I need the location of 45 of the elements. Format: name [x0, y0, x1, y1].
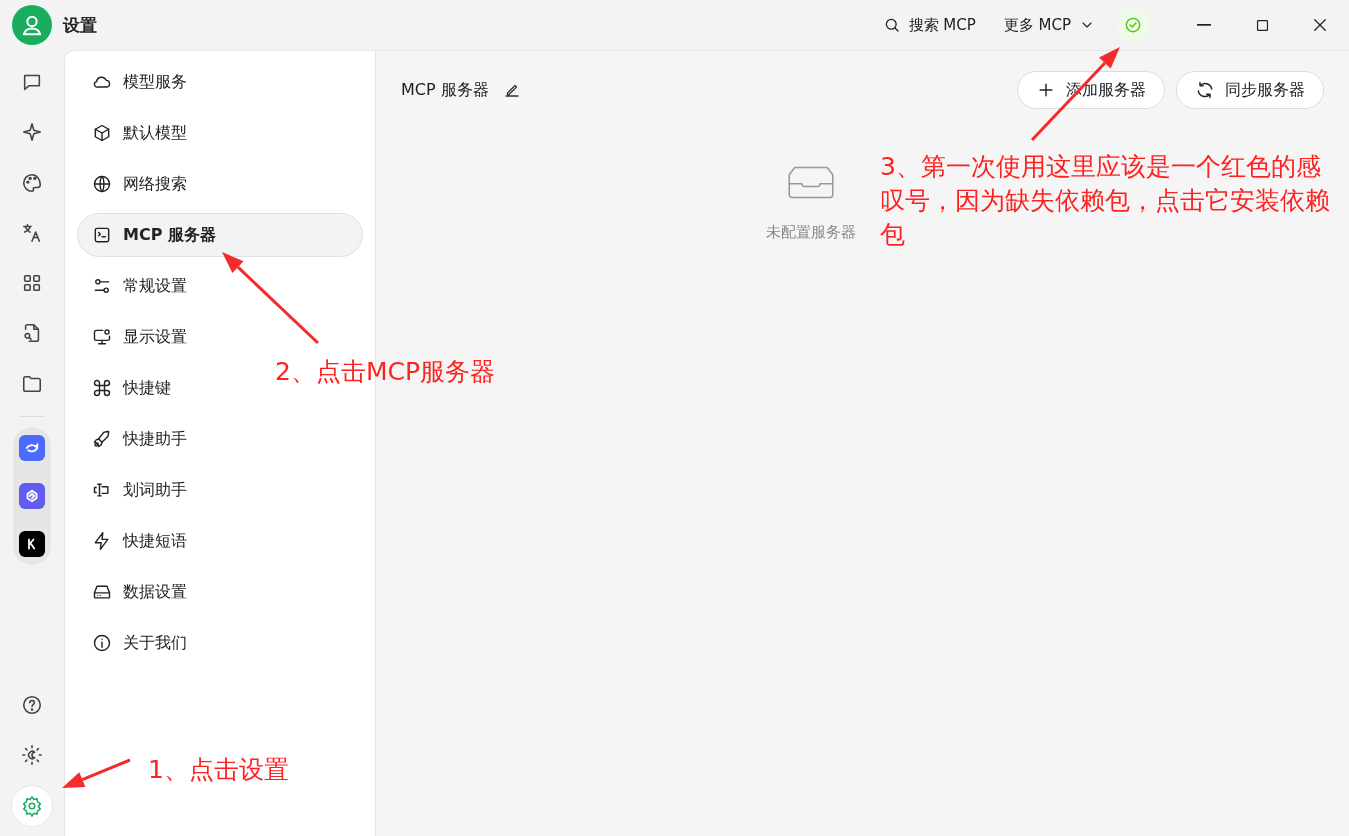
settings-menu-item[interactable]: 关于我们 — [77, 621, 202, 665]
section-title: MCP 服务器 — [401, 79, 489, 101]
monitor-icon — [92, 327, 112, 347]
info-icon — [92, 633, 112, 653]
command-icon — [92, 378, 112, 398]
settings-menu-item[interactable]: 快捷短语 — [77, 519, 202, 563]
text-cursor-icon — [92, 480, 112, 500]
settings-menu-item[interactable]: 模型服务 — [77, 60, 202, 104]
annotation-text: 3、第一次使用这里应该是一个红色的感叹号，因为缺失依赖包，点击它安装依赖包 — [880, 151, 1331, 251]
translate-icon — [21, 221, 43, 244]
rocket-icon — [92, 429, 112, 449]
settings-icon — [21, 794, 43, 817]
settings-menu-item[interactable]: 网络搜索 — [77, 162, 202, 206]
palette-icon — [21, 171, 43, 194]
drive-icon — [92, 582, 112, 602]
close-icon — [1311, 16, 1329, 34]
settings-menu-item[interactable]: 显示设置 — [77, 315, 202, 359]
minus-icon — [1197, 24, 1211, 26]
terminal-icon — [92, 225, 112, 245]
sliders-icon — [92, 276, 112, 296]
settings-menu-item[interactable]: 快捷键 — [77, 366, 186, 410]
app-icon[interactable] — [19, 531, 45, 558]
settings-menu-item[interactable]: 划词助手 — [77, 468, 202, 512]
settings-menu-item[interactable]: 快捷助手 — [77, 417, 202, 461]
annotation-arrow — [62, 758, 131, 788]
settings-menu-item[interactable]: 常规设置 — [77, 264, 202, 308]
sync-icon — [1195, 80, 1215, 100]
annotation-text: 1、点击设置 — [148, 754, 290, 786]
globe-icon — [92, 174, 112, 194]
search-mcp-button[interactable]: 搜索 MCP — [876, 11, 982, 39]
user-avatar[interactable] — [12, 5, 52, 45]
theme-icon — [21, 744, 43, 767]
empty-state-text: 未配置服务器 — [766, 223, 856, 242]
settings-menu-item[interactable]: MCP 服务器 — [77, 213, 363, 257]
window-title: 设置 — [63, 13, 98, 37]
cube-icon — [92, 123, 112, 143]
settings-menu-item[interactable]: 数据设置 — [77, 570, 202, 614]
settings-button[interactable] — [12, 785, 52, 826]
check-circle-icon — [1123, 15, 1143, 35]
sparkle-icon — [21, 121, 43, 144]
sync-servers-button[interactable]: 同步服务器 — [1176, 71, 1324, 109]
annotation-text: 2、点击MCP服务器 — [275, 356, 496, 388]
help-icon — [21, 694, 43, 717]
settings-menu-item[interactable]: 默认模型 — [77, 111, 202, 155]
more-mcp-dropdown[interactable]: 更多 MCP — [997, 11, 1101, 39]
